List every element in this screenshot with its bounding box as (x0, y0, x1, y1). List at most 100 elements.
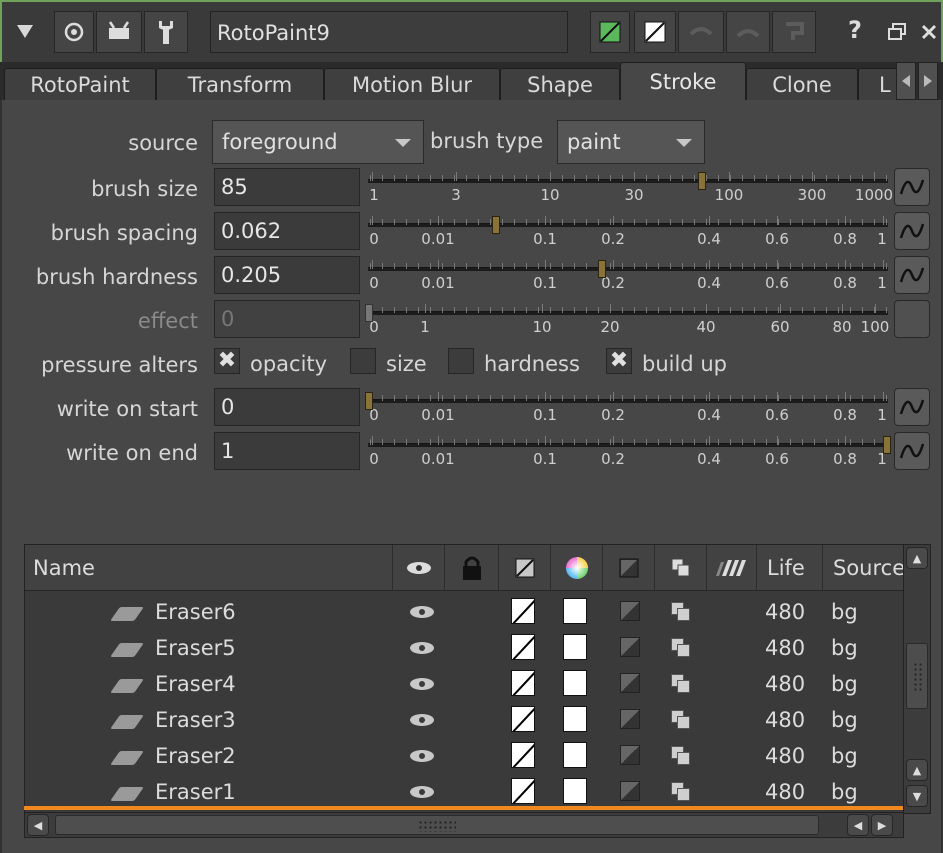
blend-mode-icon[interactable] (671, 710, 690, 729)
brush-size-input[interactable]: 85 (214, 168, 360, 206)
brush-hardness-slider[interactable]: 0 0.01 0.1 0.2 0.4 0.6 0.8 1 (368, 254, 888, 294)
overlay-color-swatch[interactable] (563, 706, 587, 732)
stroke-color-swatch[interactable] (511, 778, 535, 804)
brush-hardness-input[interactable]: 0.205 (214, 256, 360, 294)
list-horizontal-scrollbar[interactable]: ◀ ◀ ▶ (24, 812, 904, 838)
stroke-life[interactable]: 480 (765, 600, 805, 624)
source-dropdown[interactable]: foreground (212, 120, 424, 164)
pressure-opacity-checkbox[interactable]: ✖ (214, 348, 240, 374)
brush-spacing-animation-button[interactable] (894, 212, 930, 250)
scroll-up-lower-button[interactable]: ▲ (906, 759, 928, 781)
slider-handle[interactable] (698, 172, 706, 190)
brush-size-animation-button[interactable] (894, 168, 930, 206)
stroke-life[interactable]: 480 (765, 708, 805, 732)
column-overlay-color[interactable] (551, 545, 603, 591)
close-panel-button[interactable] (916, 11, 942, 53)
column-blend[interactable] (655, 545, 707, 591)
eye-icon[interactable] (409, 605, 435, 619)
tab-clone[interactable]: Clone (746, 68, 858, 100)
overlay-color-swatch[interactable] (563, 634, 587, 660)
undo-button[interactable] (678, 11, 724, 53)
stroke-life[interactable]: 480 (765, 744, 805, 768)
invert-toggle[interactable] (620, 601, 640, 621)
stroke-color-swatch[interactable] (511, 670, 535, 696)
help-button[interactable]: ? (848, 16, 862, 44)
brush-spacing-slider[interactable]: 0 0.01 0.1 0.2 0.4 0.6 0.8 1 (368, 210, 888, 250)
slider-track[interactable] (368, 399, 888, 403)
invert-toggle[interactable] (620, 781, 640, 801)
stroke-source[interactable]: bg (831, 600, 858, 624)
eye-icon[interactable] (409, 641, 435, 655)
stroke-source[interactable]: bg (831, 780, 858, 804)
write-on-start-input[interactable]: 0 (214, 388, 360, 426)
scroll-down-button[interactable]: ▼ (906, 785, 928, 807)
list-item[interactable]: Eraser5 480 bg (25, 631, 903, 667)
blend-mode-icon[interactable] (671, 782, 690, 801)
stroke-life[interactable]: 480 (765, 780, 805, 804)
slider-track[interactable] (368, 311, 888, 315)
tab-lifetime[interactable]: L (858, 68, 898, 100)
list-vertical-scrollbar[interactable]: ▲ ▲ ▼ (903, 544, 931, 814)
column-color[interactable] (499, 545, 551, 591)
write-on-end-slider[interactable]: 0 0.01 0.1 0.2 0.4 0.6 0.8 1 (368, 430, 891, 470)
brush-spacing-input[interactable]: 0.062 (214, 212, 360, 250)
stroke-color-swatch[interactable] (511, 742, 535, 768)
slider-track[interactable] (368, 179, 888, 183)
invert-toggle[interactable] (620, 709, 640, 729)
column-visibility[interactable] (393, 545, 445, 591)
write-on-end-input[interactable]: 1 (214, 432, 360, 470)
eye-icon[interactable] (409, 749, 435, 763)
blend-mode-icon[interactable] (671, 602, 690, 621)
overlay-color-swatch[interactable] (563, 778, 587, 804)
column-name[interactable]: Name (25, 545, 393, 591)
stroke-color-swatch[interactable] (511, 634, 535, 660)
tab-shape[interactable]: Shape (500, 68, 620, 100)
horizontal-scroll-thumb[interactable] (55, 815, 819, 835)
invert-toggle[interactable] (620, 673, 640, 693)
scroll-up-button[interactable]: ▲ (906, 547, 928, 569)
tab-stroke[interactable]: Stroke (620, 62, 746, 100)
brush-type-dropdown[interactable]: paint (557, 120, 705, 164)
column-life[interactable]: Life (757, 545, 823, 591)
overlay-color-swatch[interactable] (563, 670, 587, 696)
scroll-left-button[interactable]: ◀ (27, 814, 49, 836)
scroll-right-button[interactable]: ▶ (871, 814, 893, 836)
overlay-color-swatch[interactable] (563, 598, 587, 624)
brush-size-slider[interactable]: 1 3 10 30 100 300 1000 (368, 166, 893, 206)
list-item[interactable]: Eraser3 480 bg (25, 703, 903, 739)
pressure-size-checkbox[interactable] (350, 348, 376, 374)
slider-handle[interactable] (365, 304, 373, 322)
blend-mode-icon[interactable] (671, 638, 690, 657)
collapse-toggle-button[interactable] (8, 11, 42, 53)
slider-track[interactable] (368, 267, 888, 271)
brush-hardness-animation-button[interactable] (894, 256, 930, 294)
list-item[interactable]: Eraser4 480 bg (25, 667, 903, 703)
eye-icon[interactable] (409, 785, 435, 799)
stroke-color-swatch[interactable] (511, 598, 535, 624)
invert-toggle[interactable] (620, 745, 640, 765)
blend-mode-icon[interactable] (671, 746, 690, 765)
scroll-left-end-button[interactable]: ◀ (847, 814, 869, 836)
list-item[interactable]: Eraser2 480 bg (25, 739, 903, 775)
slider-track[interactable] (368, 223, 888, 227)
stroke-source[interactable]: bg (831, 708, 858, 732)
write-on-start-slider[interactable]: 0 0.01 0.1 0.2 0.4 0.6 0.8 1 (365, 386, 888, 426)
stroke-life[interactable]: 480 (765, 636, 805, 660)
blend-mode-icon[interactable] (671, 674, 690, 693)
slider-handle[interactable] (365, 392, 373, 410)
slider-handle[interactable] (492, 216, 500, 234)
column-invert[interactable] (603, 545, 655, 591)
vertical-scroll-thumb[interactable] (906, 643, 928, 709)
node-name-field[interactable]: RotoPaint9 (210, 11, 568, 53)
pressure-hardness-checkbox[interactable] (448, 348, 474, 374)
stroke-source[interactable]: bg (831, 744, 858, 768)
write-on-end-animation-button[interactable] (894, 432, 930, 470)
float-panel-button[interactable] (882, 11, 912, 53)
stroke-source[interactable]: bg (831, 636, 858, 660)
column-motion-blur[interactable] (707, 545, 757, 591)
stroke-life[interactable]: 480 (765, 672, 805, 696)
tab-scroll-left-button[interactable] (896, 62, 916, 100)
revert-button[interactable] (772, 11, 816, 53)
invert-toggle[interactable] (620, 637, 640, 657)
write-on-start-animation-button[interactable] (894, 388, 930, 426)
